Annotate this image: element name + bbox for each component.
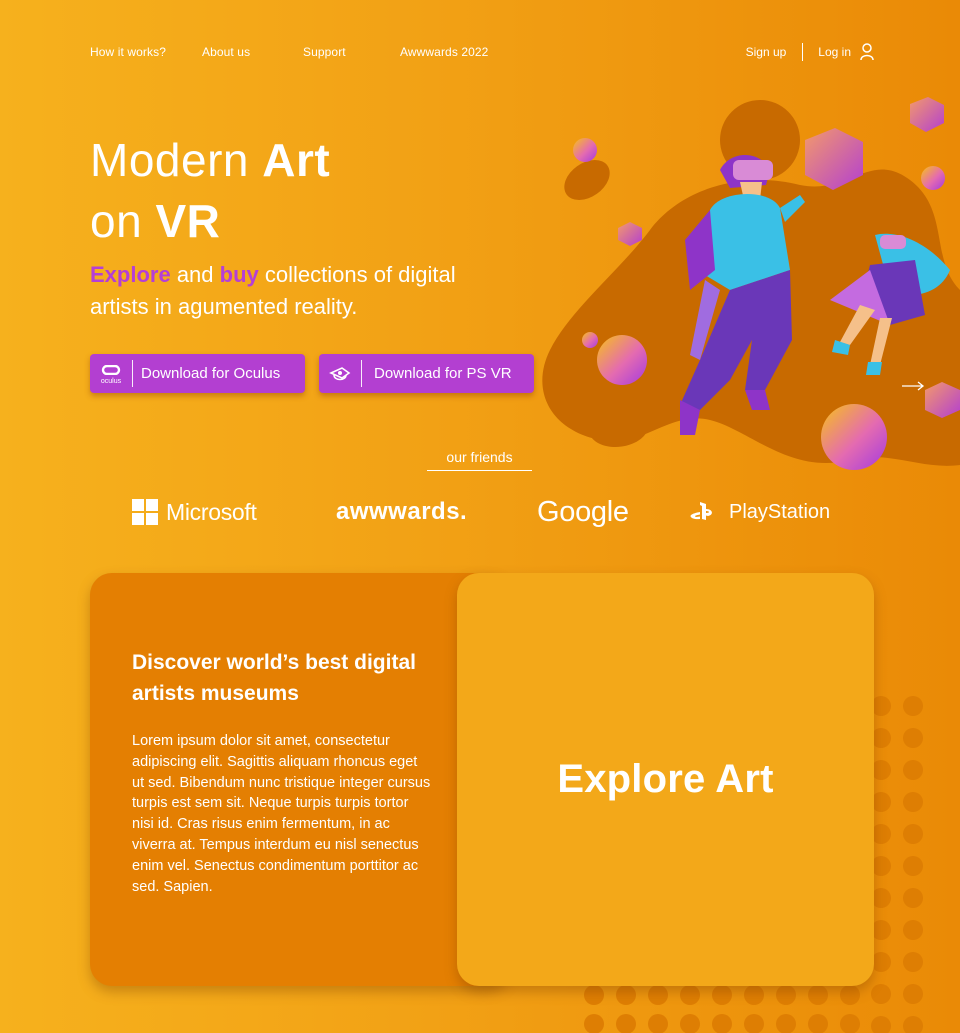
playstation-icon [690,502,712,520]
buy-accent: buy [219,262,259,287]
card-body: Lorem ipsum dolor sit amet, consectetur … [132,733,431,895]
download-psvr-label: Download for PS VR [374,365,512,382]
microsoft-logo[interactable]: Microsoft [132,496,257,528]
awwwards-logo[interactable]: awwwards. [336,496,467,528]
auth-links: Sign up Log in [746,42,874,62]
auth-divider [802,43,804,61]
user-icon[interactable] [860,43,874,61]
vr-headset-icon [319,354,361,393]
hero-title: Modern Art on VR [90,130,330,252]
hero-subtitle: Explore and buy collections of digital a… [90,262,456,319]
hero-title-line2: on VR [90,195,221,247]
friends-underline [427,470,532,471]
explore-accent: Explore [90,262,171,287]
hero-title-line1: Modern Art [90,134,331,186]
explore-art-card[interactable]: Explore Art [457,573,874,986]
download-psvr-button[interactable]: Download for PS VR [319,354,534,393]
download-oculus-button[interactable]: oculus Download for Oculus [90,354,305,393]
vr-illustration [542,97,960,470]
discover-card: Discover world’s best digital artists mu… [90,573,510,986]
download-oculus-label: Download for Oculus [141,365,281,382]
nav-about-us[interactable]: About us [202,45,250,59]
log-in-link[interactable]: Log in [818,45,851,59]
google-logo[interactable]: Google [537,496,629,528]
nav-how-it-works[interactable]: How it works? [90,45,166,59]
card-title: Discover world’s best digital artists mu… [132,651,416,705]
oculus-icon: oculus [90,354,132,393]
nav-awwwards-2022[interactable]: Awwwards 2022 [400,45,488,59]
explore-art-cta[interactable]: Explore Art [557,757,773,802]
nav-support[interactable]: Support [303,45,346,59]
playstation-logo[interactable]: PlayStation [689,496,830,528]
microsoft-grid-icon [132,499,158,525]
sign-up-link[interactable]: Sign up [746,45,787,59]
friends-label: our friends [446,449,513,465]
